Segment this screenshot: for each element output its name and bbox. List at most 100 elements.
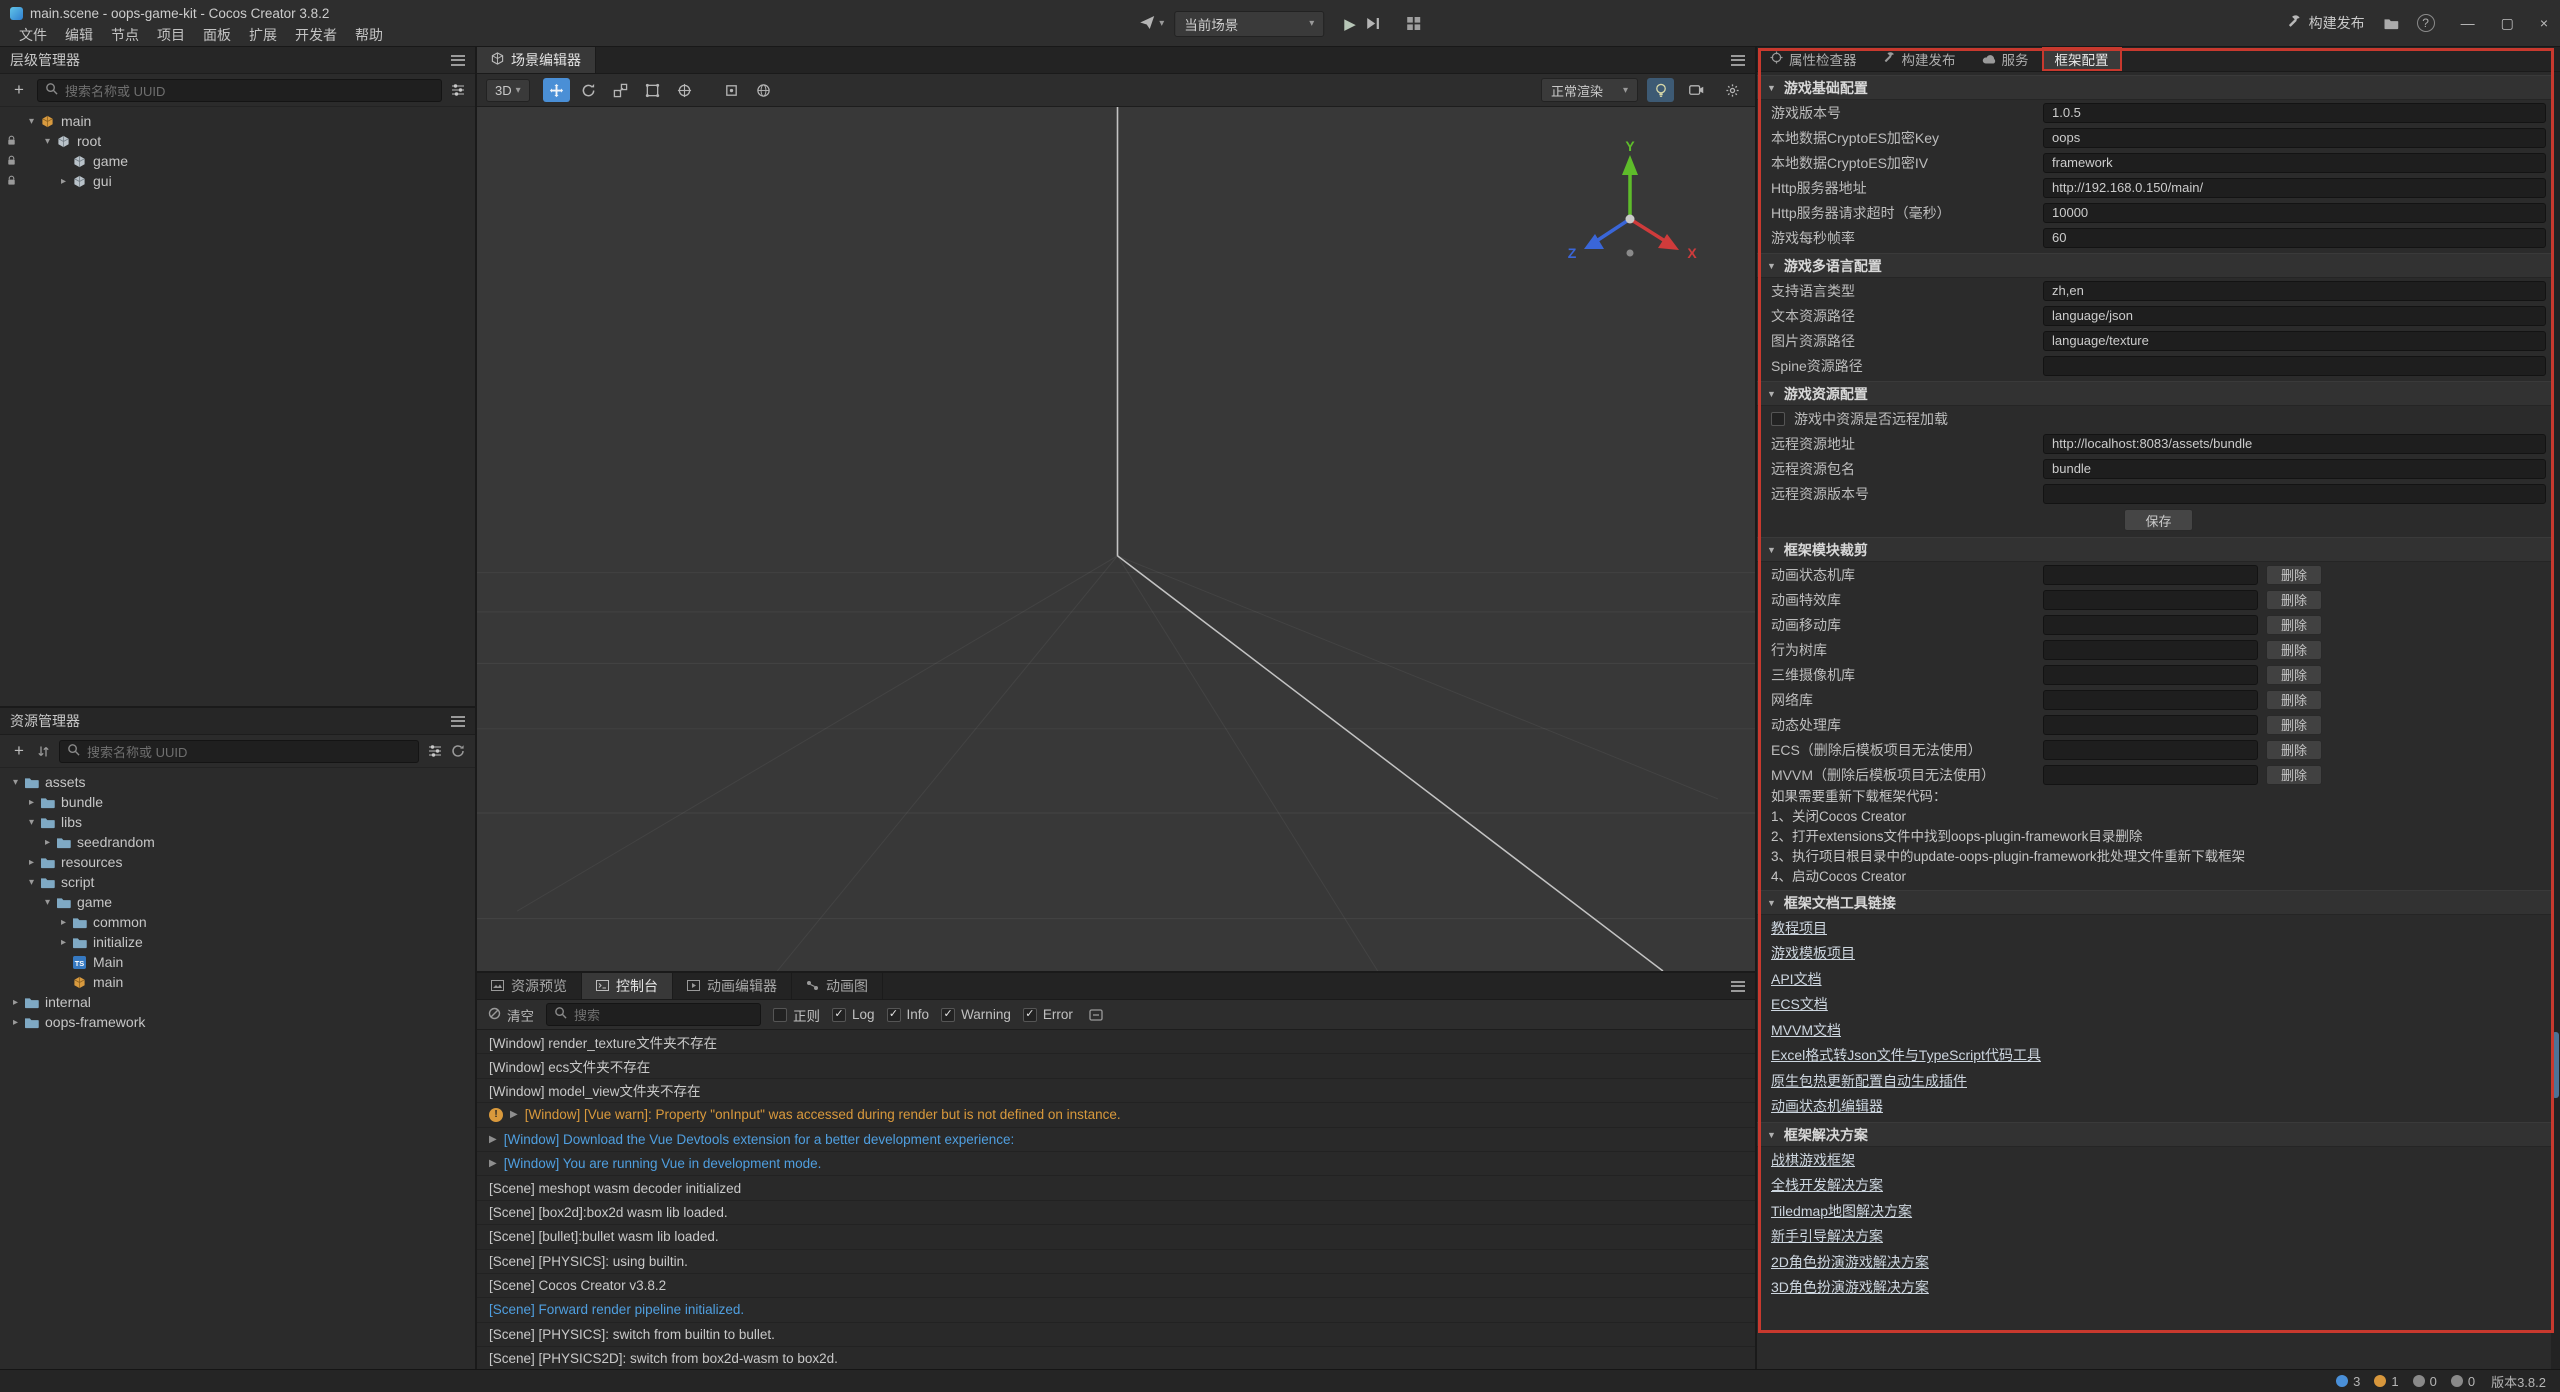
- expand-arrow[interactable]: ▾: [40, 136, 55, 147]
- menu-item-7[interactable]: 帮助: [346, 23, 392, 47]
- step-button[interactable]: [1366, 17, 1380, 30]
- scrollbar-thumb[interactable]: [2552, 1032, 2559, 1098]
- checkbox-icon[interactable]: [1771, 412, 1785, 426]
- tree-row-gui[interactable]: ▸gui: [0, 171, 475, 191]
- collapse-logs-icon[interactable]: [1089, 1009, 1103, 1021]
- expand-arrow[interactable]: ▾: [24, 116, 39, 127]
- tab-动画图[interactable]: 动画图: [792, 973, 883, 999]
- tree-row-bundle[interactable]: ▸bundle: [0, 792, 475, 812]
- tree-row-resources[interactable]: ▸resources: [0, 852, 475, 872]
- field-input[interactable]: framework: [2043, 153, 2546, 173]
- lock-icon[interactable]: [6, 135, 17, 146]
- field-input[interactable]: [2043, 740, 2258, 760]
- lock-icon[interactable]: [6, 175, 17, 186]
- panel-menu-icon[interactable]: [1731, 981, 1745, 992]
- rect-tool-button[interactable]: [639, 78, 666, 102]
- panel-menu-icon[interactable]: [451, 716, 465, 727]
- filter-info-checkbox[interactable]: ✓Info: [887, 1007, 930, 1022]
- field-input[interactable]: [2043, 590, 2258, 610]
- field-input[interactable]: http://localhost:8083/assets/bundle: [2043, 434, 2546, 454]
- log-row[interactable]: [Scene] [bullet]:bullet wasm lib loaded.: [477, 1225, 1755, 1249]
- section-header-游戏多语言配置[interactable]: ▼游戏多语言配置: [1757, 253, 2560, 278]
- maximize-button[interactable]: ▢: [2501, 15, 2514, 32]
- minimize-button[interactable]: —: [2461, 15, 2475, 32]
- panel-menu-icon[interactable]: [1731, 55, 1745, 66]
- scale-tool-button[interactable]: [607, 78, 634, 102]
- save-button[interactable]: 保存: [2124, 509, 2192, 531]
- link-战棋游戏框架[interactable]: 战棋游戏框架: [1771, 1150, 1855, 1170]
- menu-item-6[interactable]: 开发者: [286, 23, 346, 47]
- expand-arrow[interactable]: ▸: [24, 797, 39, 808]
- expand-caret[interactable]: ▶: [489, 1134, 497, 1145]
- delete-button[interactable]: 删除: [2266, 665, 2322, 685]
- log-row[interactable]: !▶[Window] [Vue warn]: Property "onInput…: [477, 1103, 1755, 1127]
- field-input[interactable]: [2043, 484, 2546, 504]
- field-input[interactable]: [2043, 640, 2258, 660]
- field-input[interactable]: bundle: [2043, 459, 2546, 479]
- scrollbar[interactable]: [2551, 72, 2560, 1369]
- view-mode-3d-button[interactable]: 3D ▾: [486, 79, 530, 102]
- log-row[interactable]: [Scene] [PHYSICS2D]: switch from box2d-w…: [477, 1347, 1755, 1369]
- expand-caret[interactable]: ▶: [489, 1158, 497, 1169]
- field-input[interactable]: [2043, 665, 2258, 685]
- refresh-icon[interactable]: [451, 744, 465, 758]
- scene-viewport[interactable]: Y X Z: [477, 107, 1755, 971]
- layout-grid-icon[interactable]: [1406, 16, 1421, 31]
- log-row[interactable]: [Window] ecs文件夹不存在: [477, 1054, 1755, 1078]
- tree-row-script[interactable]: ▾script: [0, 872, 475, 892]
- tab-属性检查器[interactable]: 属性检查器: [1757, 47, 1870, 71]
- render-mode-select[interactable]: 正常渲染 ▾: [1541, 78, 1638, 102]
- menu-item-5[interactable]: 扩展: [240, 23, 286, 47]
- tab-scene-editor[interactable]: 场景编辑器: [477, 47, 596, 73]
- transform-gizmo-button[interactable]: [671, 78, 698, 102]
- field-input[interactable]: language/texture: [2043, 331, 2546, 351]
- status-badge-2[interactable]: 0: [2413, 1374, 2437, 1389]
- link-新手引导解决方案[interactable]: 新手引导解决方案: [1771, 1226, 1883, 1246]
- field-input[interactable]: 60: [2043, 228, 2546, 248]
- expand-arrow[interactable]: ▸: [8, 1017, 23, 1028]
- create-asset-button[interactable]: +: [10, 741, 28, 761]
- field-input[interactable]: [2043, 690, 2258, 710]
- filter-icon[interactable]: [428, 745, 442, 757]
- field-input[interactable]: 10000: [2043, 203, 2546, 223]
- expand-caret[interactable]: ▶: [510, 1109, 518, 1120]
- menu-item-3[interactable]: 项目: [148, 23, 194, 47]
- field-input[interactable]: zh,en: [2043, 281, 2546, 301]
- tree-row-libs[interactable]: ▾libs: [0, 812, 475, 832]
- link-API文档[interactable]: API文档: [1771, 969, 1822, 989]
- help-icon[interactable]: ?: [2417, 14, 2435, 32]
- delete-button[interactable]: 删除: [2266, 615, 2322, 635]
- delete-button[interactable]: 删除: [2266, 690, 2322, 710]
- expand-arrow[interactable]: ▸: [24, 857, 39, 868]
- expand-arrow[interactable]: ▾: [24, 817, 39, 828]
- tree-row-initialize[interactable]: ▸initialize: [0, 932, 475, 952]
- camera-icon[interactable]: [1683, 78, 1710, 102]
- delete-button[interactable]: 删除: [2266, 565, 2322, 585]
- regex-checkbox[interactable]: 正则: [773, 1005, 820, 1025]
- move-tool-button[interactable]: [543, 78, 570, 102]
- assets-search-input[interactable]: 搜索名称或 UUID: [59, 740, 419, 763]
- tree-row-internal[interactable]: ▸internal: [0, 992, 475, 1012]
- field-input[interactable]: 1.0.5: [2043, 103, 2546, 123]
- section-header-框架文档工具链接[interactable]: ▼框架文档工具链接: [1757, 890, 2560, 915]
- tree-row-common[interactable]: ▸common: [0, 912, 475, 932]
- tree-row-assets[interactable]: ▾assets: [0, 772, 475, 792]
- log-row[interactable]: [Window] model_view文件夹不存在: [477, 1079, 1755, 1103]
- play-button[interactable]: ▶: [1344, 15, 1356, 33]
- link-Tiledmap地图解决方案[interactable]: Tiledmap地图解决方案: [1771, 1201, 1912, 1221]
- tab-框架配置[interactable]: 框架配置: [2042, 47, 2122, 71]
- tab-动画编辑器[interactable]: 动画编辑器: [673, 973, 792, 999]
- sort-assets-icon[interactable]: [37, 745, 50, 758]
- scene-select[interactable]: 当前场景 ▾: [1174, 11, 1324, 37]
- hierarchy-search-input[interactable]: 搜索名称或 UUID: [37, 79, 442, 102]
- menu-item-1[interactable]: 编辑: [56, 23, 102, 47]
- section-header-游戏资源配置[interactable]: ▼游戏资源配置: [1757, 381, 2560, 406]
- close-button[interactable]: ×: [2540, 15, 2548, 32]
- lock-icon[interactable]: [6, 155, 17, 166]
- filter-warning-checkbox[interactable]: ✓Warning: [941, 1007, 1011, 1022]
- rotate-tool-button[interactable]: [575, 78, 602, 102]
- tab-构建发布[interactable]: 构建发布: [1870, 47, 1969, 71]
- log-row[interactable]: [Scene] Cocos Creator v3.8.2: [477, 1274, 1755, 1298]
- log-row[interactable]: [Scene] meshopt wasm decoder initialized: [477, 1176, 1755, 1200]
- coordinate-toggle-button[interactable]: [750, 78, 777, 102]
